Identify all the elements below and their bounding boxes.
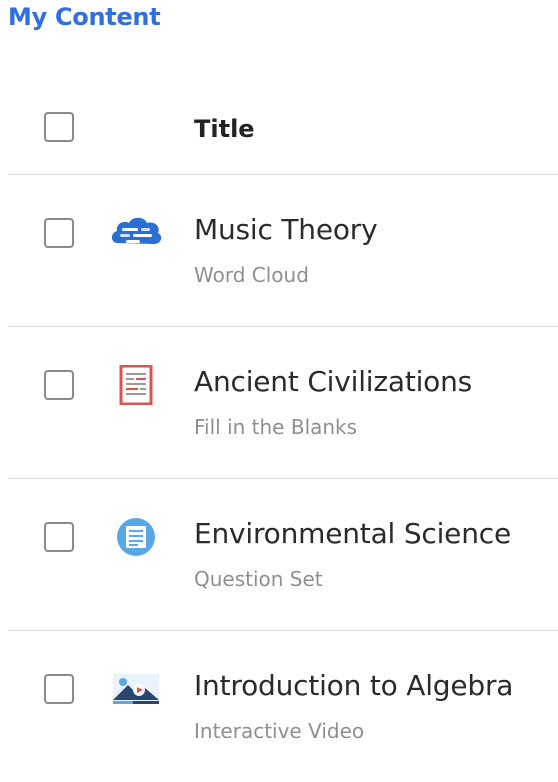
page-title: My Content <box>8 3 161 31</box>
table-row[interactable]: Music Theory Word Cloud <box>8 175 558 327</box>
word-cloud-icon <box>108 213 164 253</box>
item-title[interactable]: Music Theory <box>194 213 378 246</box>
item-type: Fill in the Blanks <box>194 415 358 439</box>
table-row[interactable]: Ancient Civilizations Fill in the Blanks <box>8 327 558 479</box>
item-title[interactable]: Ancient Civilizations <box>194 365 472 398</box>
row-checkbox[interactable] <box>44 522 74 552</box>
question-set-icon <box>108 517 164 557</box>
row-checkbox[interactable] <box>44 370 74 400</box>
row-checkbox[interactable] <box>44 674 74 704</box>
select-all-checkbox[interactable] <box>44 112 74 142</box>
interactive-video-icon <box>108 669 164 709</box>
item-type: Word Cloud <box>194 263 309 287</box>
item-type: Question Set <box>194 567 323 591</box>
table-header: Title <box>8 84 558 175</box>
content-table: Title Music Theory Word Cloud Ancient Ci… <box>8 84 558 782</box>
item-title[interactable]: Environmental Science <box>194 517 511 550</box>
item-type: Interactive Video <box>194 719 365 743</box>
row-checkbox[interactable] <box>44 218 74 248</box>
item-title[interactable]: Introduction to Algebra <box>194 669 513 702</box>
table-row[interactable]: Environmental Science Question Set <box>8 479 558 631</box>
table-row[interactable]: Introduction to Algebra Interactive Vide… <box>8 631 558 782</box>
column-header-title: Title <box>194 115 255 143</box>
fill-in-blanks-icon <box>108 365 164 405</box>
